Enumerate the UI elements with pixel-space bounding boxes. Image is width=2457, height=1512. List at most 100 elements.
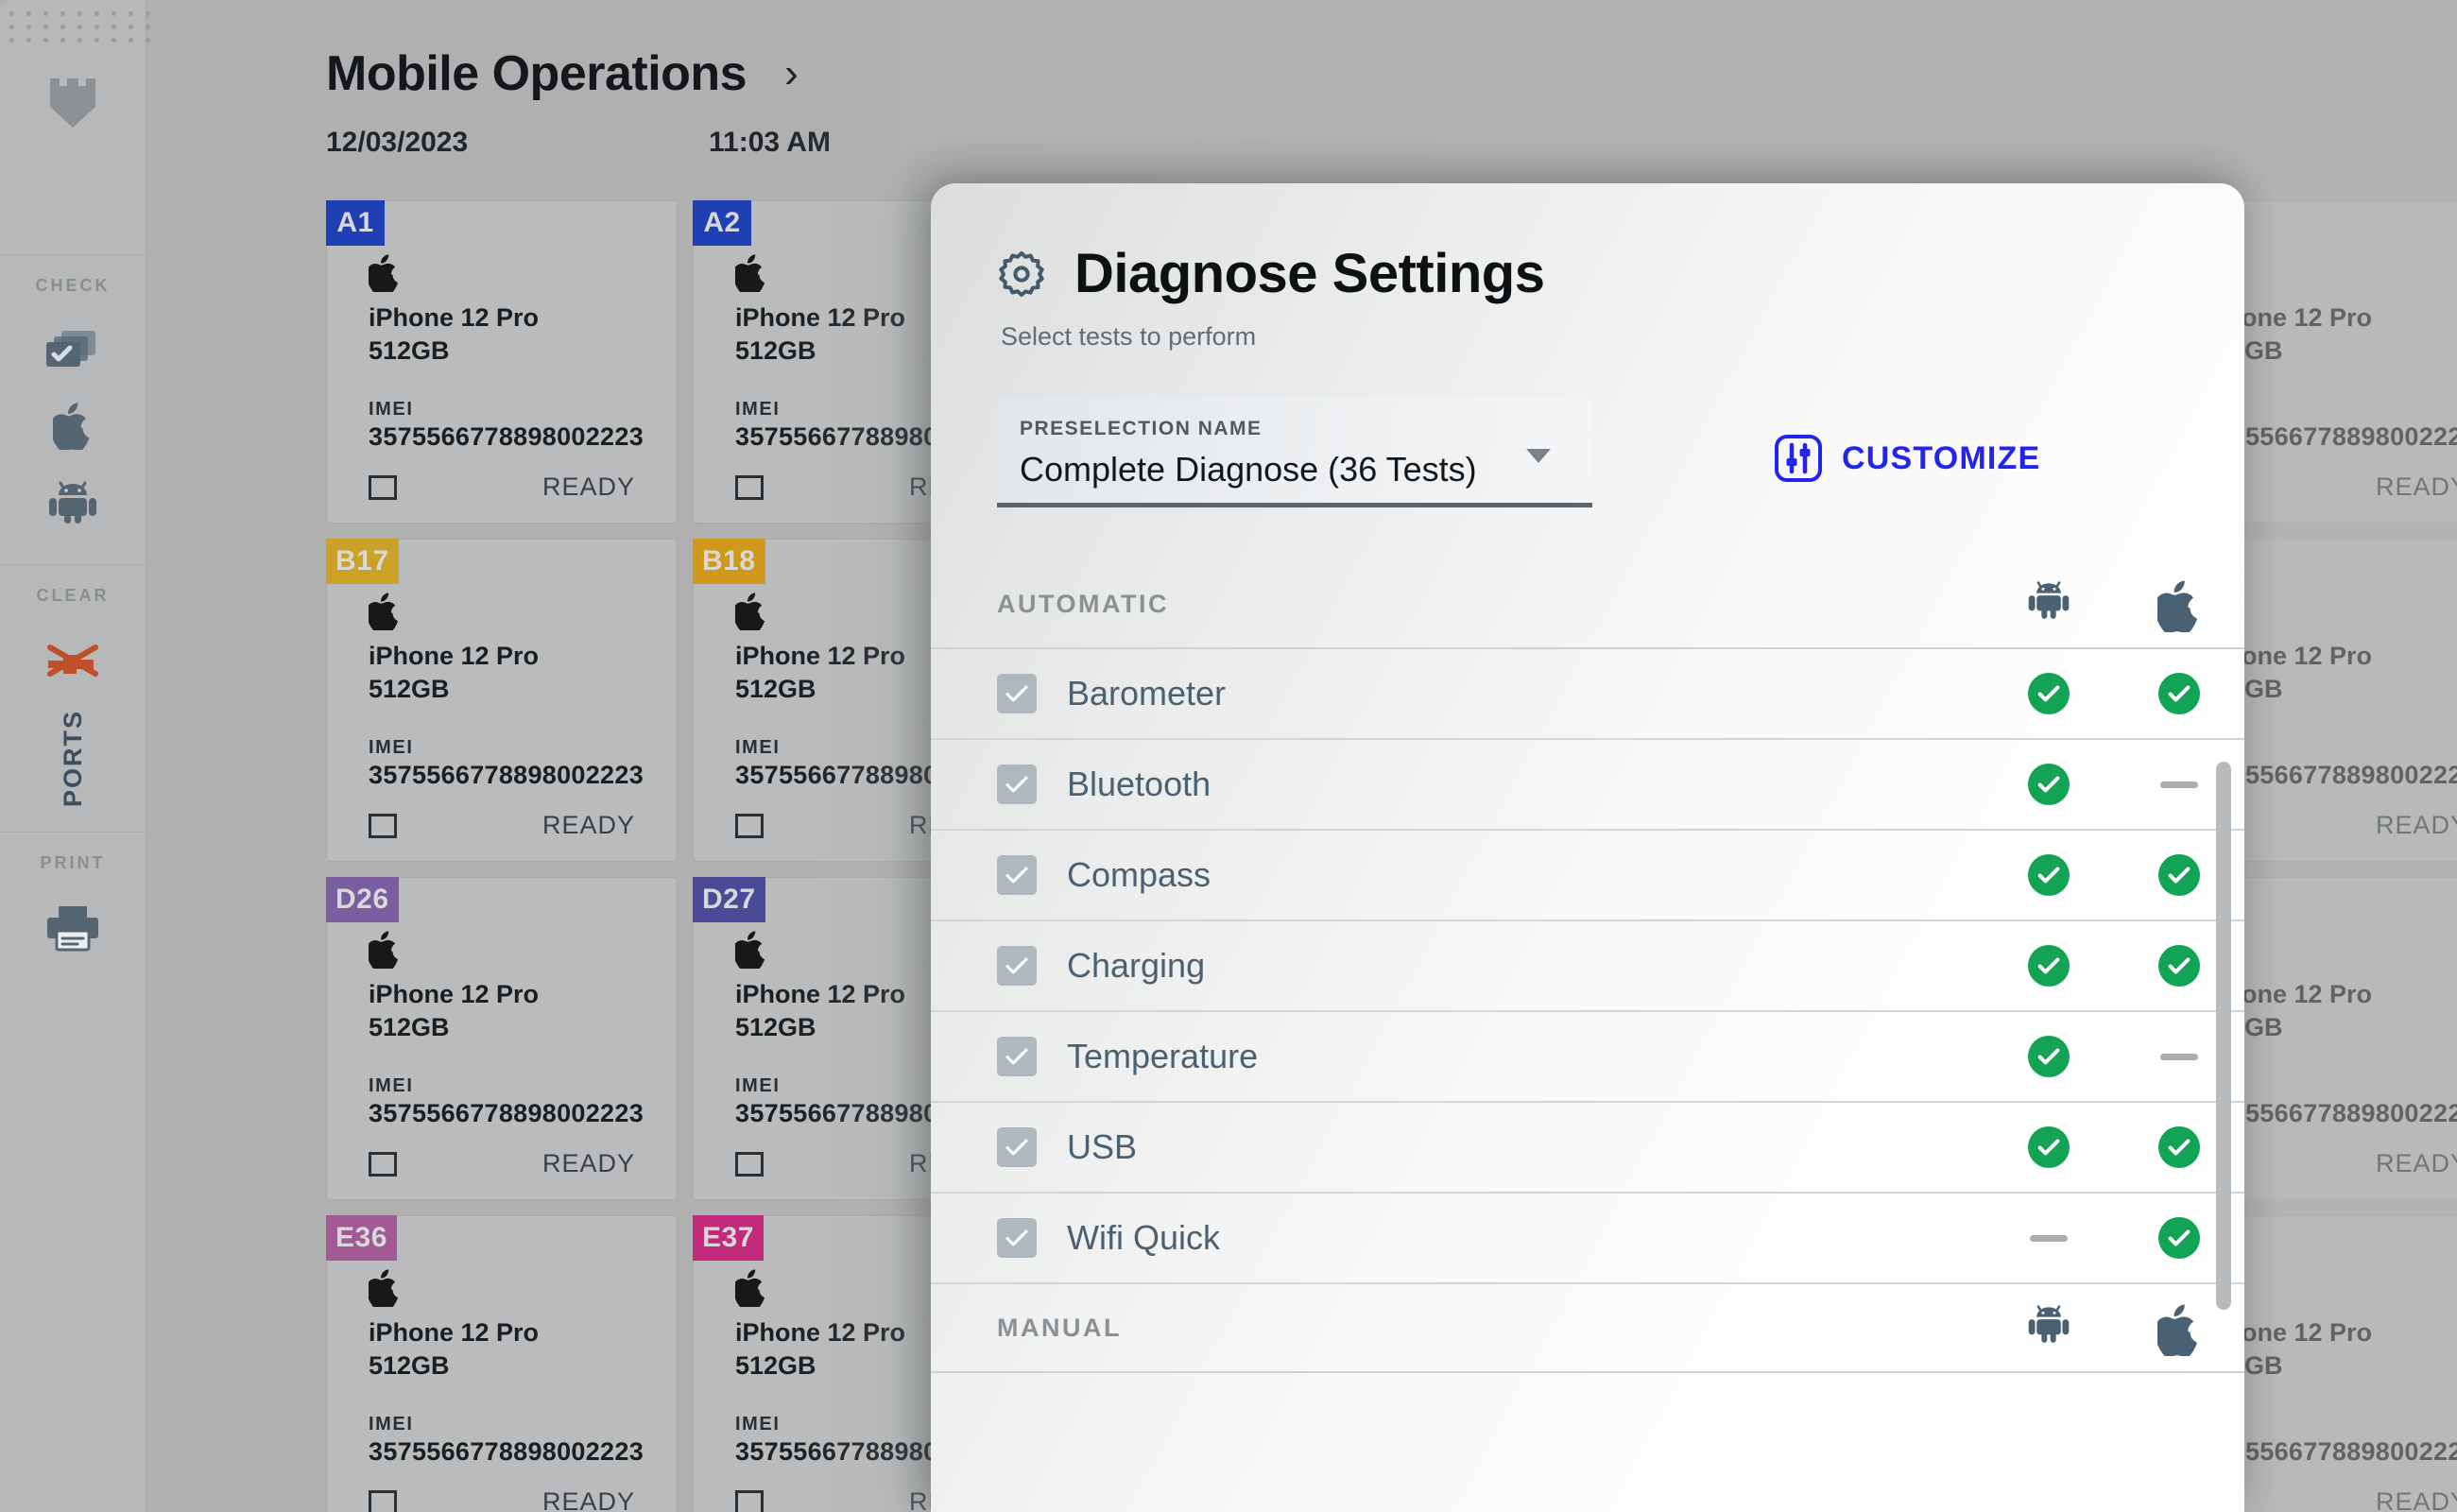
test-checkbox[interactable] xyxy=(997,765,1037,804)
dialog-subtitle: Select tests to perform xyxy=(1001,322,1257,351)
sidebar-section-print: PRINT xyxy=(0,832,146,990)
slot-badge: B18 xyxy=(693,539,765,584)
imei-value: 3575566778898002223 xyxy=(369,422,644,452)
chevron-down-icon[interactable] xyxy=(1526,449,1551,463)
preselection-select[interactable]: PRESELECTION NAME Complete Diagnose (36 … xyxy=(997,397,1592,507)
test-checkbox[interactable] xyxy=(997,1127,1037,1167)
test-row[interactable]: Charging xyxy=(931,921,2244,1012)
sidebar-section-check: CHECK xyxy=(0,254,146,564)
page-title: Mobile Operations xyxy=(326,46,747,101)
plug-cross-icon[interactable] xyxy=(43,630,103,691)
sliders-icon xyxy=(1774,434,1823,483)
device-select-checkbox[interactable] xyxy=(369,1151,397,1177)
printer-icon[interactable] xyxy=(43,898,103,958)
scrollbar[interactable] xyxy=(2216,762,2231,1480)
status-badge: READY xyxy=(2375,1487,2457,1512)
test-row[interactable]: Temperature xyxy=(931,1012,2244,1103)
device-card[interactable]: B17 iPhone 12 Pro 512GB IMEI 357556677889800… xyxy=(326,539,678,862)
device-card[interactable]: E36 iPhone 12 Pro 512GB IMEI 357556677889800… xyxy=(326,1215,678,1512)
slot-badge: A1 xyxy=(326,200,385,246)
test-row[interactable]: Wifi Quick xyxy=(931,1194,2244,1284)
preselection-value: Complete Diagnose (36 Tests) xyxy=(1020,450,1477,489)
current-time: 11:03 AM xyxy=(709,127,831,158)
device-select-checkbox[interactable] xyxy=(369,813,397,838)
drag-grip-dots-icon[interactable] xyxy=(0,11,154,43)
device-select-checkbox[interactable] xyxy=(735,474,764,500)
scrollbar-thumb[interactable] xyxy=(2216,762,2231,1310)
device-card-footer: READY xyxy=(369,811,635,840)
android-icon xyxy=(2027,580,2070,627)
sidebar-item-ports[interactable]: PORTS xyxy=(59,710,88,807)
test-checkbox[interactable] xyxy=(997,674,1037,713)
device-card-cell: D26 iPhone 12 Pro 512GB IMEI 357556677889800… xyxy=(326,877,693,1215)
stacked-cards-check-icon[interactable] xyxy=(43,320,103,381)
test-support-android xyxy=(1984,1234,2114,1242)
check-circle-icon xyxy=(2028,1126,2070,1168)
check-circle-icon xyxy=(2158,1126,2200,1168)
check-circle-icon xyxy=(2028,764,2070,805)
test-support-android xyxy=(1984,945,2114,987)
status-badge: READY xyxy=(541,472,635,502)
device-model: iPhone 12 Pro512GB xyxy=(369,1318,540,1380)
status-badge: READY xyxy=(541,1149,635,1178)
test-row[interactable]: Compass xyxy=(931,831,2244,921)
customize-button[interactable]: CUSTOMIZE xyxy=(1774,434,2040,483)
platform-column-ios xyxy=(2114,580,2244,634)
android-icon xyxy=(2027,1304,2070,1351)
test-support-android xyxy=(1984,1036,2114,1077)
test-label: Temperature xyxy=(1067,1037,1259,1075)
apple-icon xyxy=(2154,580,2201,634)
device-card-cell: B17 iPhone 12 Pro 512GB IMEI 357556677889800… xyxy=(326,539,693,877)
test-checkbox[interactable] xyxy=(997,1218,1037,1258)
device-select-checkbox[interactable] xyxy=(735,1489,764,1512)
test-label: Bluetooth xyxy=(1067,765,1211,803)
device-select-checkbox[interactable] xyxy=(369,1489,397,1512)
test-checkbox[interactable] xyxy=(997,855,1037,895)
device-card[interactable]: A1 iPhone 12 Pro 512GB IMEI 3575566778898002… xyxy=(326,200,678,524)
current-date: 12/03/2023 xyxy=(326,127,469,158)
device-select-checkbox[interactable] xyxy=(735,1151,764,1177)
test-row[interactable]: Barometer xyxy=(931,649,2244,740)
device-card-footer: READY xyxy=(369,1487,635,1512)
check-circle-icon xyxy=(2158,673,2200,714)
apple-icon xyxy=(366,254,401,294)
test-support-android xyxy=(1984,1126,2114,1168)
test-row[interactable]: Bluetooth xyxy=(931,740,2244,831)
status-badge: READY xyxy=(541,1487,635,1512)
apple-icon xyxy=(732,931,767,971)
chevron-right-icon[interactable]: › xyxy=(784,53,799,94)
android-icon[interactable] xyxy=(43,472,103,532)
test-checkbox[interactable] xyxy=(997,1037,1037,1076)
device-model: iPhone 12 Pro512GB xyxy=(369,980,540,1041)
test-group-title: AUTOMATIC xyxy=(997,589,1169,618)
imei-value: 3575566778898002223 xyxy=(369,1437,644,1467)
device-card[interactable]: D26 iPhone 12 Pro 512GB IMEI 357556677889800… xyxy=(326,877,678,1200)
status-badge: READY xyxy=(2375,472,2457,502)
slot-badge: E37 xyxy=(693,1215,764,1261)
imei-label: IMEI xyxy=(369,1414,414,1435)
imei-label: IMEI xyxy=(369,1075,414,1097)
device-select-checkbox[interactable] xyxy=(735,813,764,838)
platform-column-android xyxy=(1984,1304,2114,1351)
apple-icon xyxy=(2154,1304,2201,1358)
dialog-header: Diagnose Settings Select tests to perfor… xyxy=(931,183,2244,352)
slot-badge: E36 xyxy=(326,1215,397,1261)
apple-icon[interactable] xyxy=(43,396,103,456)
check-circle-icon xyxy=(2028,945,2070,987)
test-group-header: AUTOMATIC xyxy=(931,560,2244,649)
device-card-cell: E36 iPhone 12 Pro 512GB IMEI 357556677889800… xyxy=(326,1215,693,1512)
dash-icon xyxy=(2160,1053,2198,1060)
dialog-controls: PRESELECTION NAME Complete Diagnose (36 … xyxy=(997,397,2244,507)
test-group-title: MANUAL xyxy=(997,1313,1122,1342)
test-label: Compass xyxy=(1067,855,1211,894)
check-circle-icon xyxy=(2028,854,2070,896)
test-checkbox[interactable] xyxy=(997,946,1037,986)
dash-icon xyxy=(2160,781,2198,788)
dialog-title: Diagnose Settings xyxy=(1074,243,1545,304)
sidebar-section-title: PRINT xyxy=(40,853,106,873)
device-select-checkbox[interactable] xyxy=(369,474,397,500)
test-row[interactable]: USB xyxy=(931,1103,2244,1194)
slot-badge: D26 xyxy=(326,877,399,922)
device-model: iPhone 12 Pro512GB xyxy=(369,642,540,703)
screen: CHECK CLEAR PORTS PRINT Mobile Operation… xyxy=(0,0,2457,1512)
